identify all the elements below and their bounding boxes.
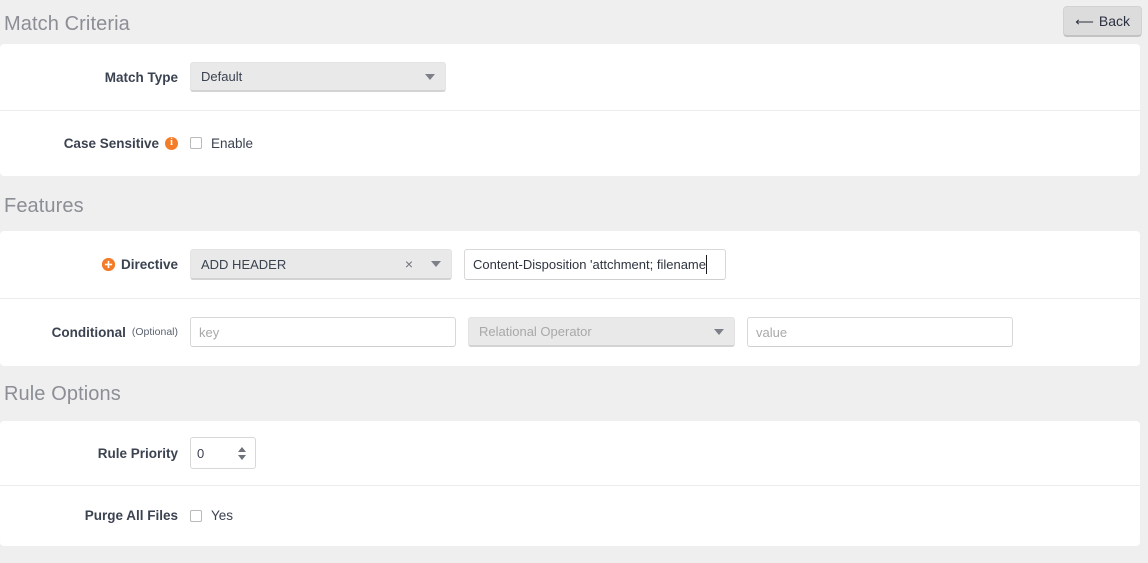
- case-sensitive-checkbox[interactable]: [190, 137, 202, 149]
- label-case-sensitive-text: Case Sensitive: [63, 135, 159, 151]
- panel-features: Directive ADD HEADER × Conditional (Opti…: [0, 231, 1140, 366]
- fields-purge-all-files: Yes: [190, 508, 1126, 523]
- label-match-type-text: Match Type: [104, 69, 178, 85]
- conditional-operator-select[interactable]: Relational Operator: [468, 317, 735, 347]
- section-title-rule-options: Rule Options: [4, 383, 121, 405]
- label-purge-all-files: Purge All Files: [0, 508, 190, 523]
- back-button[interactable]: ⟵ Back: [1063, 6, 1142, 37]
- match-type-select[interactable]: Default: [190, 62, 446, 92]
- panel-rule-options: Rule Priority 0 Purge All Files Yes: [0, 421, 1140, 546]
- match-type-select-value: Default: [201, 69, 243, 84]
- fields-directive: ADD HEADER ×: [190, 249, 1126, 280]
- row-rule-priority: Rule Priority 0: [0, 421, 1140, 485]
- stepper-arrows[interactable]: [238, 446, 249, 460]
- case-sensitive-checkbox-label: Enable: [211, 135, 254, 151]
- case-sensitive-checkbox-group[interactable]: Enable: [190, 136, 253, 151]
- clear-x-icon[interactable]: ×: [405, 257, 413, 271]
- stepper-down-icon[interactable]: [238, 454, 246, 460]
- plus-circle-icon[interactable]: [101, 258, 115, 271]
- label-match-type: Match Type: [0, 70, 190, 85]
- directive-select-value: ADD HEADER: [201, 256, 287, 272]
- purge-all-files-checkbox-label: Yes: [211, 508, 234, 523]
- section-rule-options-header: Rule Options: [0, 366, 1148, 421]
- stepper-up-icon[interactable]: [238, 446, 246, 452]
- chevron-down-icon: [714, 328, 724, 335]
- row-directive: Directive ADD HEADER ×: [0, 231, 1140, 298]
- fields-conditional: Relational Operator: [190, 317, 1126, 347]
- section-match-criteria-header: Match Criteria ⟵ Back: [0, 0, 1148, 44]
- label-case-sensitive: Case Sensitive i: [0, 136, 190, 151]
- back-button-label: Back: [1098, 13, 1130, 29]
- label-directive: Directive: [0, 257, 190, 272]
- label-directive-text: Directive: [120, 257, 178, 272]
- row-purge-all-files: Purge All Files Yes: [0, 485, 1140, 545]
- chevron-down-icon: [431, 261, 441, 267]
- section-features-header: Features: [0, 176, 1148, 231]
- label-rule-priority: Rule Priority: [0, 446, 190, 461]
- fields-match-type: Default: [190, 62, 1126, 92]
- directive-value-wrap: [464, 249, 726, 280]
- rule-priority-stepper[interactable]: 0: [190, 437, 256, 469]
- fields-case-sensitive: Enable: [190, 136, 1126, 151]
- section-title-match-criteria: Match Criteria: [4, 13, 130, 35]
- row-case-sensitive: Case Sensitive i Enable: [0, 110, 1140, 175]
- row-conditional: Conditional (Optional) Relational Operat…: [0, 298, 1140, 365]
- chevron-down-icon: [425, 73, 435, 80]
- section-title-features: Features: [4, 195, 84, 217]
- rule-priority-value: 0: [197, 445, 205, 461]
- conditional-value-input[interactable]: [747, 317, 1013, 347]
- conditional-key-input[interactable]: [190, 317, 456, 347]
- label-rule-priority-text: Rule Priority: [97, 445, 178, 461]
- label-purge-all-files-text: Purge All Files: [84, 508, 178, 523]
- fields-rule-priority: 0: [190, 437, 1126, 469]
- label-conditional-optional: (Optional): [131, 326, 178, 338]
- info-icon[interactable]: i: [165, 136, 178, 150]
- arrow-left-icon: ⟵: [1075, 13, 1094, 29]
- panel-match-criteria: Match Type Default Case Sensitive i Enab…: [0, 44, 1140, 176]
- row-match-type: Match Type Default: [0, 44, 1140, 110]
- purge-all-files-checkbox[interactable]: [190, 509, 202, 522]
- purge-all-files-checkbox-group[interactable]: Yes: [190, 508, 233, 523]
- text-cursor: [705, 255, 707, 274]
- directive-value-input[interactable]: [464, 249, 726, 280]
- conditional-operator-select-value: Relational Operator: [479, 324, 592, 339]
- label-conditional: Conditional (Optional): [0, 325, 190, 340]
- label-conditional-text: Conditional: [51, 324, 126, 340]
- rule-editor-page: Match Criteria ⟵ Back Match Type Default…: [0, 0, 1148, 563]
- directive-select[interactable]: ADD HEADER ×: [190, 249, 452, 280]
